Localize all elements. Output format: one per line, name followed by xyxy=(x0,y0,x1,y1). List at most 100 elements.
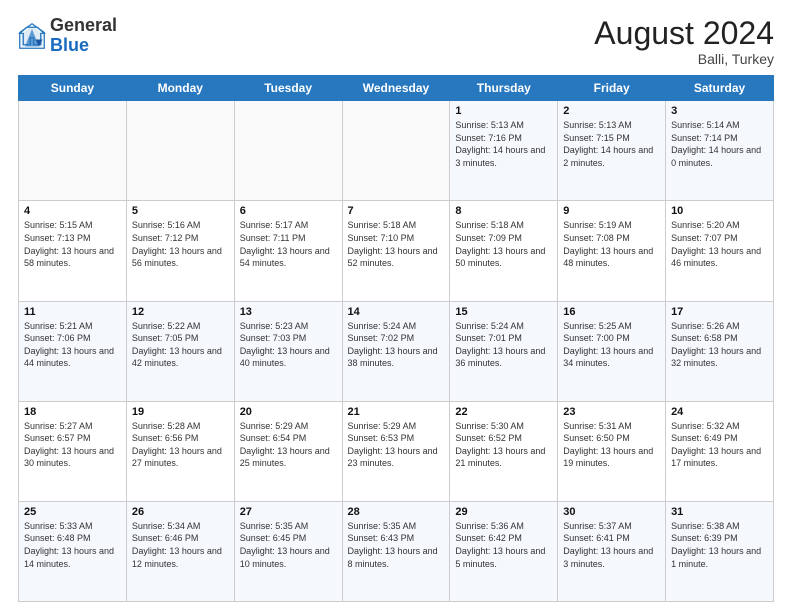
calendar-cell: 20Sunrise: 5:29 AMSunset: 6:54 PMDayligh… xyxy=(234,401,342,501)
day-info: Sunrise: 5:17 AMSunset: 7:11 PMDaylight:… xyxy=(240,219,337,269)
page: General Blue August 2024 Balli, Turkey S… xyxy=(0,0,792,612)
weekday-header-wednesday: Wednesday xyxy=(342,76,450,101)
weekday-header-sunday: Sunday xyxy=(19,76,127,101)
calendar-cell: 19 Sunrise: 5:28 AMSunset: 6:56 PMDayligh… xyxy=(126,401,234,501)
calendar-cell: 25 Sunrise: 5:33 AMSunset: 6:48 PMDayligh… xyxy=(19,501,127,601)
day-number: 10 xyxy=(671,205,768,217)
calendar-cell: 23 Sunrise: 5:31 AMSunset: 6:50 PMDayligh… xyxy=(558,401,666,501)
day-number: 15 xyxy=(455,306,552,318)
calendar-cell: 27Sunrise: 5:35 AMSunset: 6:45 PMDayligh… xyxy=(234,501,342,601)
logo: General Blue xyxy=(18,16,117,56)
day-info: Sunrise: 5:13 AMSunset: 7:16 PMDaylight:… xyxy=(455,119,552,169)
calendar-cell: 3Sunrise: 5:14 AMSunset: 7:14 PMDaylight… xyxy=(666,101,774,201)
title-block: August 2024 Balli, Turkey xyxy=(594,16,774,67)
calendar-cell: 12 Sunrise: 5:22 AMSunset: 7:05 PMDayligh… xyxy=(126,301,234,401)
day-number: 8 xyxy=(455,205,552,217)
day-info: Sunrise: 5:16 AMSunset: 7:12 PMDaylight:… xyxy=(132,219,229,269)
day-info: Sunrise: 5:36 AMSunset: 6:42 PMDaylight:… xyxy=(455,520,552,570)
calendar-table: SundayMondayTuesdayWednesdayThursdayFrid… xyxy=(18,75,774,602)
day-info: Sunrise: 5:26 AMSunset: 6:58 PMDaylight:… xyxy=(671,320,768,370)
calendar-cell: 13Sunrise: 5:23 AMSunset: 7:03 PMDayligh… xyxy=(234,301,342,401)
day-info: Sunrise: 5:35 AMSunset: 6:43 PMDaylight:… xyxy=(348,520,445,570)
day-number: 28 xyxy=(348,506,445,518)
day-number: 12 xyxy=(132,306,229,318)
calendar-cell: 15 Sunrise: 5:24 AMSunset: 7:01 PMDayligh… xyxy=(450,301,558,401)
day-number: 23 xyxy=(563,406,660,418)
day-info: Sunrise: 5:19 AMSunset: 7:08 PMDaylight:… xyxy=(563,219,660,269)
calendar-cell: 18 Sunrise: 5:27 AMSunset: 6:57 PMDayligh… xyxy=(19,401,127,501)
header: General Blue August 2024 Balli, Turkey xyxy=(18,16,774,67)
calendar-cell xyxy=(342,101,450,201)
day-number: 18 xyxy=(24,406,121,418)
day-info: Sunrise: 5:24 AMSunset: 7:01 PMDaylight:… xyxy=(455,320,552,370)
day-info: Sunrise: 5:24 AMSunset: 7:02 PMDaylight:… xyxy=(348,320,445,370)
calendar-cell: 5 Sunrise: 5:16 AMSunset: 7:12 PMDaylight… xyxy=(126,201,234,301)
day-number: 2 xyxy=(563,105,660,117)
day-info: Sunrise: 5:18 AMSunset: 7:09 PMDaylight:… xyxy=(455,219,552,269)
day-number: 24 xyxy=(671,406,768,418)
calendar-cell: 29 Sunrise: 5:36 AMSunset: 6:42 PMDayligh… xyxy=(450,501,558,601)
day-info: Sunrise: 5:15 AMSunset: 7:13 PMDaylight:… xyxy=(24,219,121,269)
calendar-cell: 6Sunrise: 5:17 AMSunset: 7:11 PMDaylight… xyxy=(234,201,342,301)
day-number: 21 xyxy=(348,406,445,418)
calendar-cell: 11Sunrise: 5:21 AMSunset: 7:06 PMDayligh… xyxy=(19,301,127,401)
day-number: 4 xyxy=(24,205,121,217)
calendar-cell: 9 Sunrise: 5:19 AMSunset: 7:08 PMDaylight… xyxy=(558,201,666,301)
day-number: 9 xyxy=(563,205,660,217)
day-info: Sunrise: 5:34 AMSunset: 6:46 PMDaylight:… xyxy=(132,520,229,570)
week-row-4: 18 Sunrise: 5:27 AMSunset: 6:57 PMDayligh… xyxy=(19,401,774,501)
day-number: 25 xyxy=(24,506,121,518)
day-number: 16 xyxy=(563,306,660,318)
day-info: Sunrise: 5:33 AMSunset: 6:48 PMDaylight:… xyxy=(24,520,121,570)
day-info: Sunrise: 5:22 AMSunset: 7:05 PMDaylight:… xyxy=(132,320,229,370)
day-number: 22 xyxy=(455,406,552,418)
day-number: 13 xyxy=(240,306,337,318)
calendar-cell: 16Sunrise: 5:25 AMSunset: 7:00 PMDayligh… xyxy=(558,301,666,401)
day-info: Sunrise: 5:32 AMSunset: 6:49 PMDaylight:… xyxy=(671,420,768,470)
logo-text: General Blue xyxy=(50,16,117,56)
calendar-cell: 30Sunrise: 5:37 AMSunset: 6:41 PMDayligh… xyxy=(558,501,666,601)
day-info: Sunrise: 5:29 AMSunset: 6:54 PMDaylight:… xyxy=(240,420,337,470)
day-number: 31 xyxy=(671,506,768,518)
day-info: Sunrise: 5:31 AMSunset: 6:50 PMDaylight:… xyxy=(563,420,660,470)
calendar-cell: 28 Sunrise: 5:35 AMSunset: 6:43 PMDayligh… xyxy=(342,501,450,601)
weekday-header-row: SundayMondayTuesdayWednesdayThursdayFrid… xyxy=(19,76,774,101)
week-row-3: 11Sunrise: 5:21 AMSunset: 7:06 PMDayligh… xyxy=(19,301,774,401)
day-number: 19 xyxy=(132,406,229,418)
day-info: Sunrise: 5:13 AMSunset: 7:15 PMDaylight:… xyxy=(563,119,660,169)
day-number: 1 xyxy=(455,105,552,117)
day-info: Sunrise: 5:38 AMSunset: 6:39 PMDaylight:… xyxy=(671,520,768,570)
weekday-header-saturday: Saturday xyxy=(666,76,774,101)
calendar-cell xyxy=(234,101,342,201)
week-row-2: 4 Sunrise: 5:15 AMSunset: 7:13 PMDaylight… xyxy=(19,201,774,301)
day-number: 5 xyxy=(132,205,229,217)
weekday-header-thursday: Thursday xyxy=(450,76,558,101)
calendar-cell: 24 Sunrise: 5:32 AMSunset: 6:49 PMDayligh… xyxy=(666,401,774,501)
calendar-cell: 10 Sunrise: 5:20 AMSunset: 7:07 PMDayligh… xyxy=(666,201,774,301)
day-number: 7 xyxy=(348,205,445,217)
day-info: Sunrise: 5:37 AMSunset: 6:41 PMDaylight:… xyxy=(563,520,660,570)
week-row-5: 25 Sunrise: 5:33 AMSunset: 6:48 PMDayligh… xyxy=(19,501,774,601)
calendar-cell: 31 Sunrise: 5:38 AMSunset: 6:39 PMDayligh… xyxy=(666,501,774,601)
calendar-cell: 1 Sunrise: 5:13 AMSunset: 7:16 PMDaylight… xyxy=(450,101,558,201)
day-number: 14 xyxy=(348,306,445,318)
day-info: Sunrise: 5:28 AMSunset: 6:56 PMDaylight:… xyxy=(132,420,229,470)
day-number: 11 xyxy=(24,306,121,318)
day-number: 26 xyxy=(132,506,229,518)
week-row-1: 1 Sunrise: 5:13 AMSunset: 7:16 PMDaylight… xyxy=(19,101,774,201)
day-number: 29 xyxy=(455,506,552,518)
day-info: Sunrise: 5:29 AMSunset: 6:53 PMDaylight:… xyxy=(348,420,445,470)
day-info: Sunrise: 5:27 AMSunset: 6:57 PMDaylight:… xyxy=(24,420,121,470)
calendar-cell xyxy=(126,101,234,201)
calendar-cell: 2 Sunrise: 5:13 AMSunset: 7:15 PMDaylight… xyxy=(558,101,666,201)
weekday-header-tuesday: Tuesday xyxy=(234,76,342,101)
calendar-cell xyxy=(19,101,127,201)
calendar-cell: 22 Sunrise: 5:30 AMSunset: 6:52 PMDayligh… xyxy=(450,401,558,501)
weekday-header-monday: Monday xyxy=(126,76,234,101)
calendar-cell: 7Sunrise: 5:18 AMSunset: 7:10 PMDaylight… xyxy=(342,201,450,301)
day-info: Sunrise: 5:20 AMSunset: 7:07 PMDaylight:… xyxy=(671,219,768,269)
logo-icon xyxy=(18,22,46,50)
day-info: Sunrise: 5:30 AMSunset: 6:52 PMDaylight:… xyxy=(455,420,552,470)
month-year: August 2024 xyxy=(594,16,774,51)
day-info: Sunrise: 5:35 AMSunset: 6:45 PMDaylight:… xyxy=(240,520,337,570)
